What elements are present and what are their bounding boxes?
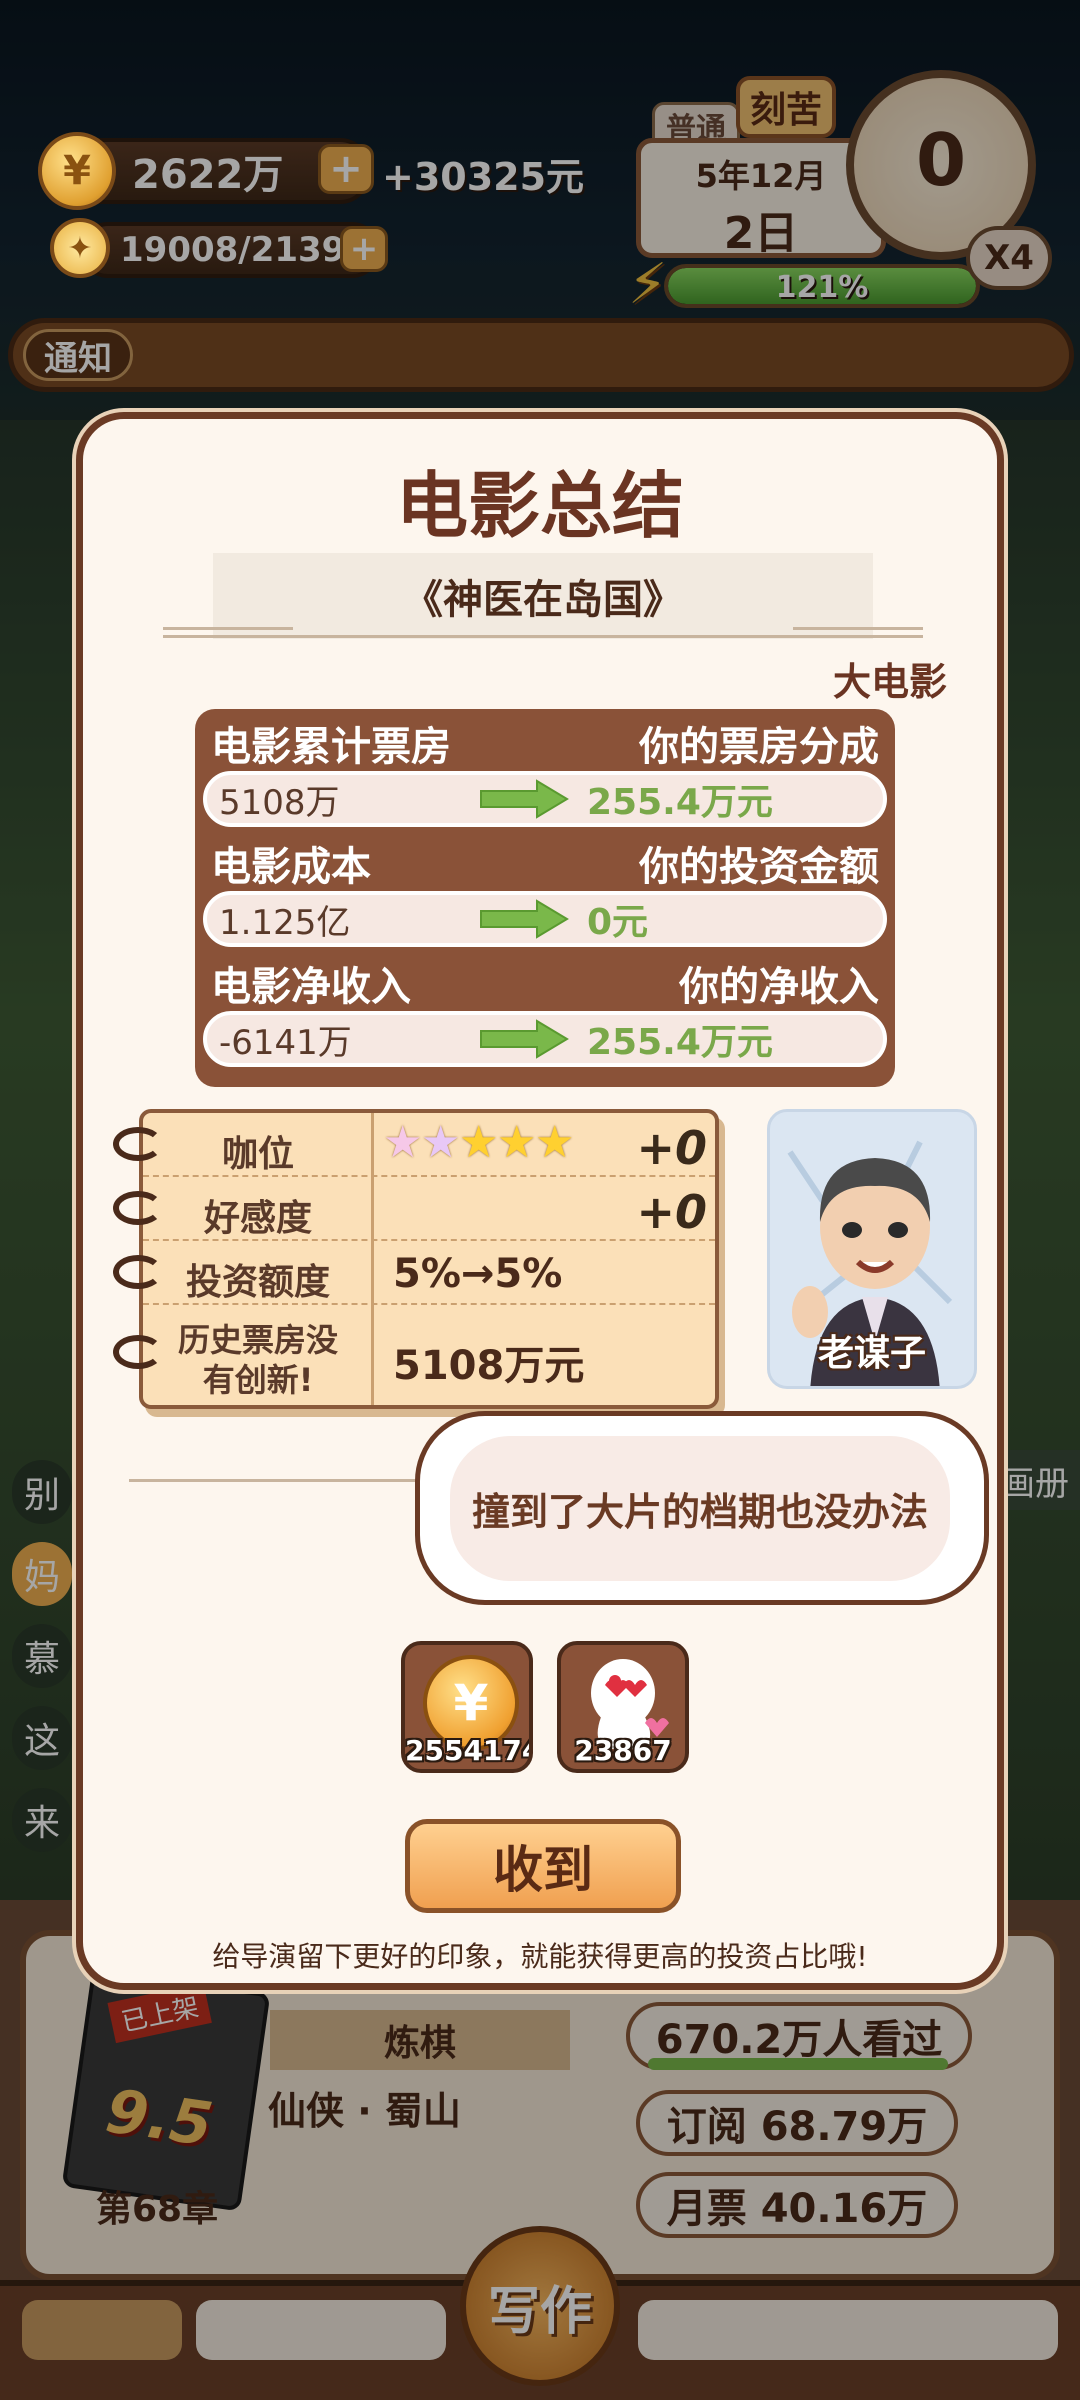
dialog-title: 电影总结 <box>395 464 684 548</box>
arrow-right-icon <box>479 779 569 819</box>
star-icon: ★ <box>421 1117 461 1168</box>
stat-right-value: 255.4万元 <box>587 1022 773 1063</box>
notebook-row: 投资额度 5%→5% <box>113 1241 715 1305</box>
movie-summary-dialog: 电影总结 《神医在岛国》 大电影 电影累计票房 你的票房分成 5108万 255… <box>76 412 1004 1990</box>
arrow-right-icon <box>479 899 569 939</box>
stat-left-label: 电影累计票房 <box>211 724 451 770</box>
record-value: 5108万元 <box>393 1343 585 1389</box>
stat-right-label: 你的投资金额 <box>639 844 879 890</box>
notebook-row: 好感度 +0 <box>113 1177 715 1241</box>
stat-row: 1.125亿 0元 <box>203 891 887 947</box>
lightbulb-icon: ✦ <box>50 218 110 278</box>
movie-name: 《神医在岛国》 <box>213 553 873 639</box>
stat-left-label: 电影净收入 <box>211 964 411 1010</box>
stat-right-value: 255.4万元 <box>587 782 773 823</box>
star-icon: ★ <box>459 1117 499 1168</box>
reward-fans[interactable]: 23867 <box>557 1641 689 1773</box>
stat-left-label: 电影成本 <box>211 844 371 890</box>
hint-text: 给导演留下更好的印象，就能获得更高的投资占比哦! <box>212 1940 868 1973</box>
invest-label: 投资额度 <box>185 1262 330 1303</box>
stat-row: -6141万 255.4万元 <box>203 1011 887 1067</box>
stat-header: 电影成本 你的投资金额 <box>203 835 887 891</box>
rank-label: 咖位 <box>221 1134 294 1175</box>
record-label-line2: 有创新! <box>202 1361 314 1399</box>
favor-label: 好感度 <box>203 1198 312 1239</box>
speech-bubble: 撞到了大片的档期也没办法 <box>415 1411 989 1605</box>
stat-left-value: 1.125亿 <box>219 902 351 943</box>
reward-count: 2554174 <box>405 1734 533 1767</box>
favor-delta: +0 <box>636 1185 707 1239</box>
stat-row: 5108万 255.4万元 <box>203 771 887 827</box>
stat-right-value: 0元 <box>587 902 649 943</box>
stat-right-label: 你的票房分成 <box>639 724 879 770</box>
relationship-notebook: 咖位 ★ ★ ★ ★ ★ +0 好感度 +0 投资额度 5%→5% 历史票房没 有创新!… <box>113 1109 719 1409</box>
stat-left-value: 5108万 <box>219 782 340 823</box>
speech-text: 撞到了大片的档期也没办法 <box>450 1436 950 1581</box>
invest-value: 5%→5% <box>393 1251 563 1297</box>
arrow-right-icon <box>479 1019 569 1059</box>
star-icon: ★ <box>383 1117 423 1168</box>
movie-type: 大电影 <box>832 660 947 704</box>
divider <box>163 635 923 638</box>
reward-count: 23867 <box>574 1734 672 1767</box>
notebook-row: 历史票房没 有创新! 5108万元 <box>113 1305 715 1409</box>
confirm-button[interactable]: 收到 <box>405 1819 681 1913</box>
stat-left-value: -6141万 <box>219 1022 352 1063</box>
reward-coin[interactable]: ¥ 2554174 <box>401 1641 533 1773</box>
notebook-row: 咖位 ★ ★ ★ ★ ★ +0 <box>113 1113 715 1177</box>
rank-delta: +0 <box>636 1121 707 1175</box>
rank-stars: ★ ★ ★ ★ ★ <box>383 1115 613 1175</box>
divider <box>793 627 923 630</box>
coin-icon: ¥ <box>38 132 116 210</box>
stat-right-label: 你的净收入 <box>679 964 879 1010</box>
director-portrait: 老谋子 <box>767 1109 977 1389</box>
director-name: 老谋子 <box>817 1333 926 1374</box>
divider <box>129 1479 419 1482</box>
star-icon: ★ <box>535 1117 575 1168</box>
stat-header: 电影累计票房 你的票房分成 <box>203 715 887 771</box>
box-office-stats: 电影累计票房 你的票房分成 5108万 255.4万元 电影成本 你的投资金额 … <box>195 709 895 1087</box>
stat-header: 电影净收入 你的净收入 <box>203 955 887 1011</box>
divider <box>163 627 293 630</box>
star-icon: ★ <box>497 1117 537 1168</box>
